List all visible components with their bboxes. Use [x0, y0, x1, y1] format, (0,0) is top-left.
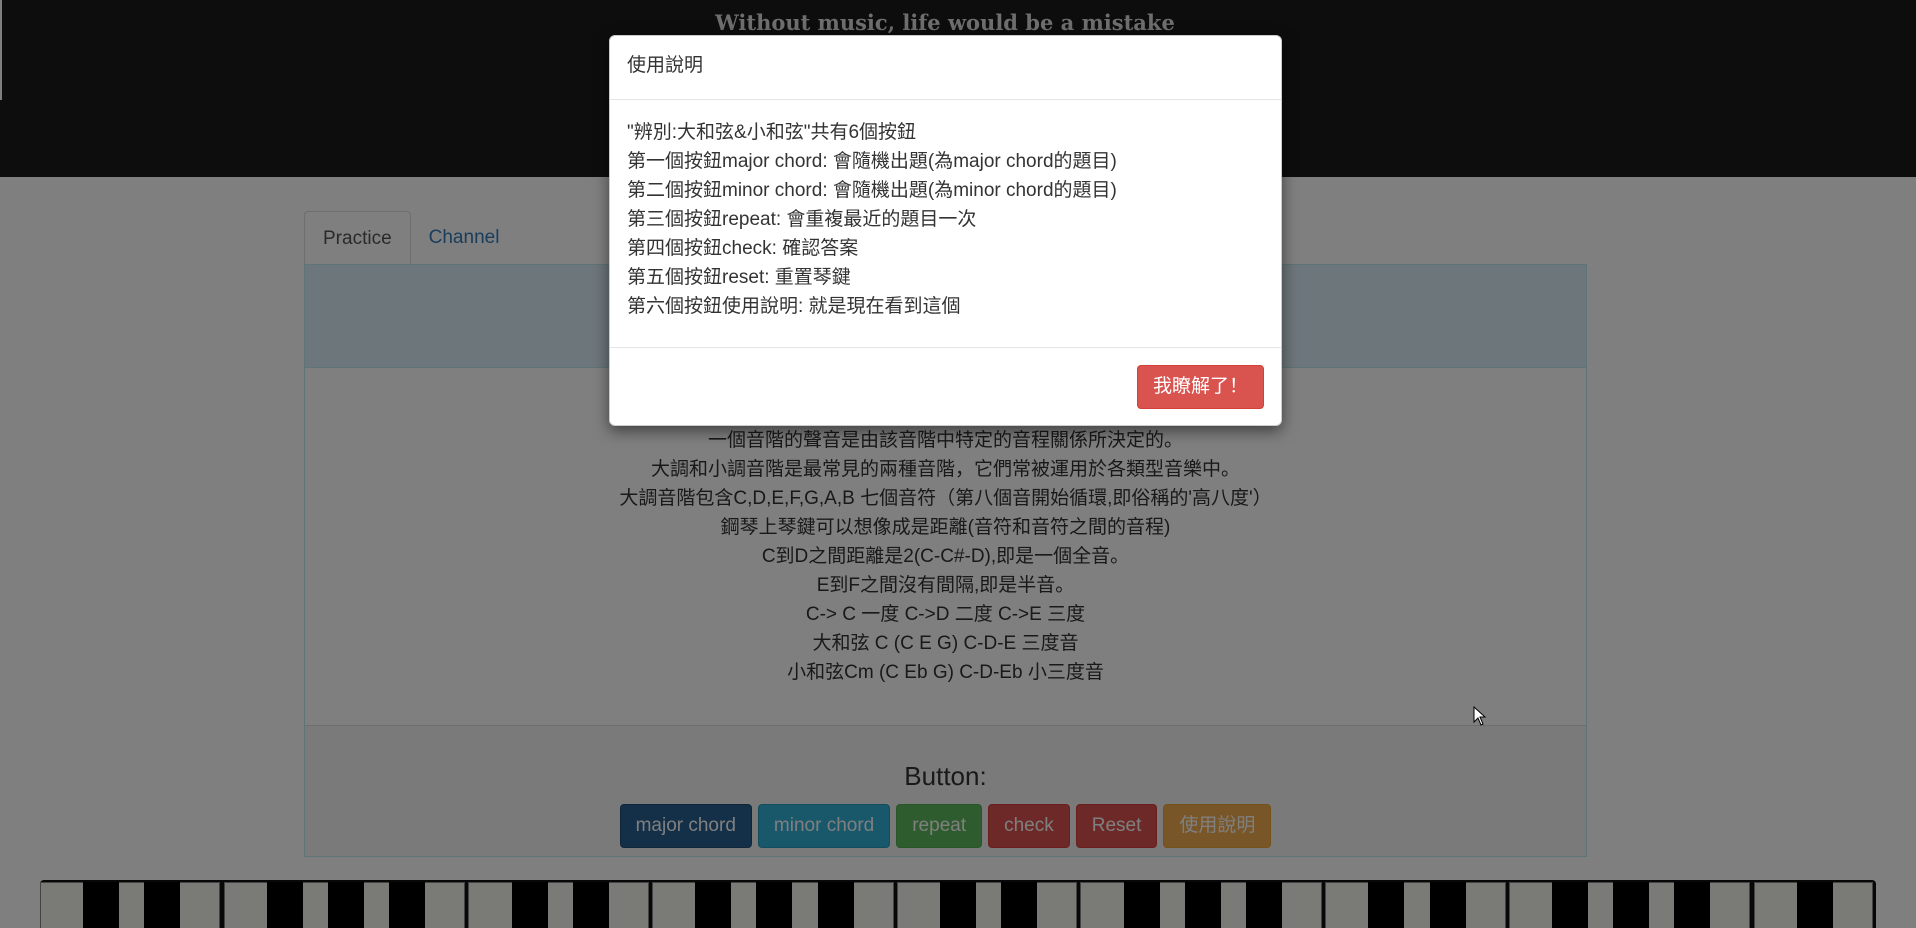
- modal-line: "辨別:大和弦&小和弦"共有6個按鈕: [627, 122, 917, 143]
- modal-body: "辨別:大和弦&小和弦"共有6個按鈕 第一個按鈕major chord: 會隨機…: [610, 100, 1281, 348]
- help-modal: 使用說明 "辨別:大和弦&小和弦"共有6個按鈕 第一個按鈕major chord…: [609, 35, 1282, 426]
- modal-line: 第五個按鈕reset: 重置琴鍵: [627, 267, 851, 288]
- understand-button[interactable]: 我瞭解了！: [1136, 365, 1264, 409]
- mouse-cursor-icon: [1473, 706, 1487, 726]
- modal-footer: 我瞭解了！: [610, 348, 1281, 426]
- modal-line: 第三個按鈕repeat: 會重複最近的題目一次: [627, 209, 977, 230]
- modal-line: 第四個按鈕check: 確認答案: [627, 238, 859, 259]
- modal-line: 第六個按鈕使用說明: 就是現在看到這個: [627, 296, 961, 317]
- modal-line: 第一個按鈕major chord: 會隨機出題(為major chord的題目): [627, 151, 1117, 172]
- modal-title: 使用說明: [610, 36, 1281, 100]
- modal-line: 第二個按鈕minor chord: 會隨機出題(為minor chord的題目): [627, 180, 1117, 201]
